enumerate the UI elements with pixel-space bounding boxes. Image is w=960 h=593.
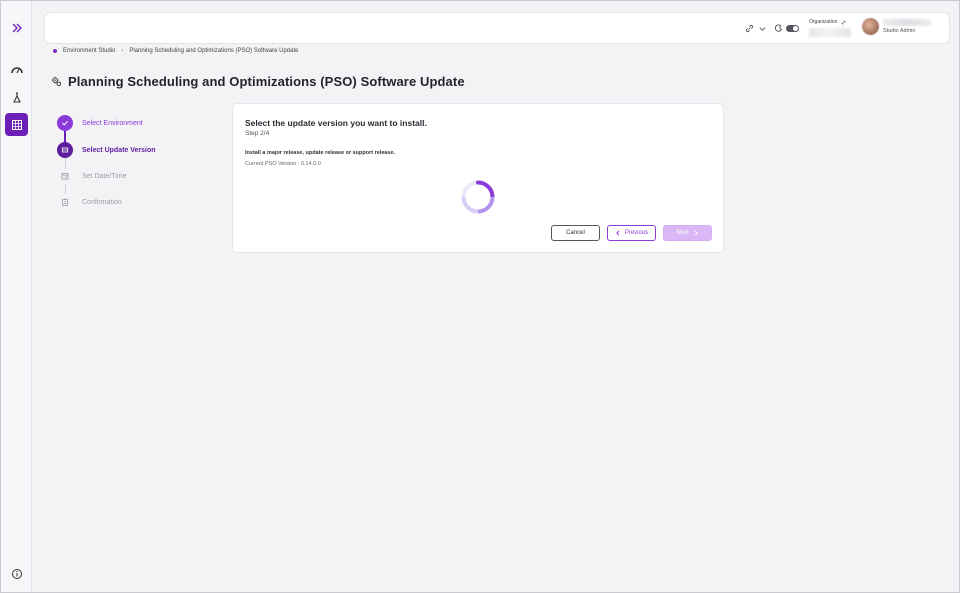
cancel-button-label: Cancel	[566, 230, 585, 236]
previous-button[interactable]: Previous	[607, 225, 656, 241]
chevron-right-icon	[694, 230, 698, 236]
toggle-switch[interactable]	[786, 24, 799, 32]
update-version-card: Select the update version you want to in…	[232, 103, 724, 253]
link-icon	[746, 24, 753, 32]
flask-icon-glyph	[12, 91, 21, 103]
user-role: Studio Admin	[883, 28, 916, 34]
flask-icon[interactable]	[5, 86, 28, 109]
step-indicator: Step 2/4	[245, 130, 270, 137]
info-circle-icon	[11, 568, 22, 579]
breadcrumb-item-environment-studio[interactable]: Environment Studio	[63, 48, 115, 54]
step-label: Select Environment	[82, 119, 143, 127]
dashboard-icon[interactable]	[5, 58, 28, 81]
left-rail	[1, 1, 32, 592]
clipboard-icon	[62, 198, 68, 206]
step-select-update-version[interactable]: Select Update Version	[57, 142, 156, 158]
info-icon[interactable]	[5, 562, 28, 585]
check-icon	[62, 120, 68, 126]
moon-icon	[775, 24, 782, 32]
gears-icon	[51, 76, 62, 87]
step-label: Set Date/Time	[82, 172, 127, 180]
expand-icon[interactable]	[5, 16, 28, 39]
page-title: Planning Scheduling and Optimizations (P…	[68, 74, 465, 89]
breadcrumb-dot	[53, 49, 57, 53]
link-menu[interactable]	[745, 13, 767, 43]
stepper-connector	[64, 184, 66, 194]
step-pending-circle	[57, 194, 73, 210]
environment-studio-icon[interactable]	[5, 113, 28, 136]
step-confirmation: Confirmation	[57, 194, 122, 210]
organization-value-redacted	[809, 28, 851, 37]
organization-selector[interactable]: Organization	[809, 19, 853, 37]
grid-icon	[11, 119, 22, 130]
next-button[interactable]: Next	[663, 225, 712, 241]
gauge-icon	[10, 66, 23, 73]
chevron-down-icon	[759, 26, 766, 31]
user-menu[interactable]: Studio Admin	[862, 18, 931, 35]
step-select-environment[interactable]: Select Environment	[57, 115, 143, 131]
expand-arrows-icon	[842, 20, 846, 24]
double-chevron-right-icon	[12, 23, 22, 32]
top-bar: Organization Studio Admin	[44, 12, 950, 44]
current-version: Current PSO Version : 6.14.0.0	[245, 161, 321, 167]
theme-toggle[interactable]	[775, 13, 799, 43]
breadcrumb: Environment Studio › Planning Scheduling…	[53, 48, 298, 54]
step-label: Select Update Version	[82, 146, 156, 154]
card-description: Install a major release, update release …	[245, 150, 396, 156]
step-current-circle	[57, 142, 73, 158]
user-name-redacted	[883, 19, 931, 26]
cancel-button[interactable]: Cancel	[551, 225, 600, 241]
previous-button-label: Previous	[624, 230, 649, 236]
chevron-left-icon	[615, 230, 620, 236]
stepper-connector	[64, 131, 66, 142]
loading-spinner-icon	[461, 180, 495, 214]
breadcrumb-item-current: Planning Scheduling and Optimizations (P…	[129, 48, 299, 54]
step-set-date-time: Set Date/Time	[57, 168, 126, 184]
step-done-circle	[57, 115, 73, 131]
step-label: Confirmation	[82, 198, 122, 206]
breadcrumb-separator-icon: ›	[121, 48, 124, 54]
next-button-label: Next	[676, 230, 689, 236]
card-title: Select the update version you want to in…	[245, 118, 427, 128]
calendar-icon	[61, 173, 69, 180]
avatar	[862, 18, 879, 35]
step-pending-circle	[57, 168, 73, 184]
organization-label: Organization	[809, 19, 838, 25]
list-icon	[61, 147, 69, 153]
